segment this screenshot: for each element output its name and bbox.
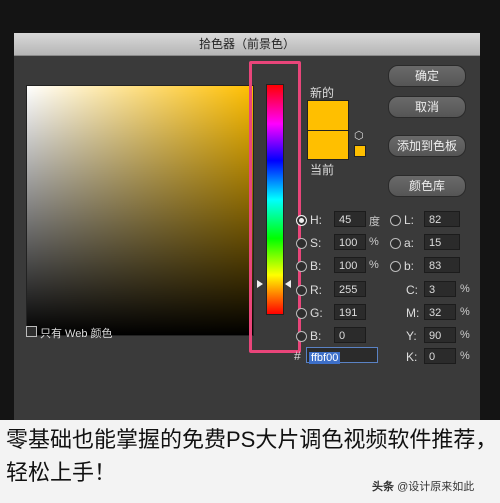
lab-b-input[interactable]: 83: [424, 257, 460, 273]
watermark-brand: 头条: [372, 481, 394, 493]
watermark: 头条 @设计原来如此: [372, 478, 474, 494]
hex-input[interactable]: ffbf00: [306, 347, 378, 364]
new-color-swatch: [307, 100, 349, 132]
yellow-input[interactable]: 90: [424, 327, 456, 343]
hex-label: #: [294, 349, 301, 363]
magenta-unit: %: [460, 306, 470, 318]
new-color-label: 新的: [310, 86, 335, 100]
saturation-input[interactable]: 100: [334, 234, 366, 250]
black-label: K:: [406, 350, 418, 364]
hue-label: H:: [310, 213, 322, 227]
saturation-label: S:: [310, 236, 322, 250]
black-unit: %: [460, 350, 470, 362]
brightness-unit: %: [369, 259, 379, 271]
green-radio[interactable]: [296, 308, 307, 319]
cyan-label: C:: [406, 283, 418, 297]
hex-value: ffbf00: [309, 352, 341, 364]
hue-radio[interactable]: [296, 215, 307, 226]
lab-b-radio[interactable]: [390, 261, 401, 272]
cyan-unit: %: [460, 283, 470, 295]
yellow-label: Y:: [406, 329, 417, 343]
lab-a-label: a:: [404, 236, 415, 250]
watermark-author: @设计原来如此: [397, 481, 475, 493]
dialog-title: 拾色器（前景色）: [14, 33, 480, 56]
green-input[interactable]: 191: [334, 304, 366, 320]
hue-slider-highlight: [249, 61, 301, 353]
hue-unit: 度: [369, 216, 380, 228]
black-input[interactable]: 0: [424, 348, 456, 364]
brightness-label: B:: [310, 259, 322, 273]
lab-a-radio[interactable]: [390, 238, 401, 249]
web-safe-cube-icon[interactable]: ⬡: [354, 129, 364, 142]
screenshot-area: 拾色器（前景色） 新的 当前 ⬡ 确定 取消 添加到色板 颜色库 H: 45 度…: [0, 0, 500, 420]
blue-radio[interactable]: [296, 331, 307, 342]
brightness-input[interactable]: 100: [334, 257, 366, 273]
color-picker-dialog: 拾色器（前景色） 新的 当前 ⬡ 确定 取消 添加到色板 颜色库 H: 45 度…: [14, 33, 480, 420]
saturation-radio[interactable]: [296, 238, 307, 249]
yellow-unit: %: [460, 329, 470, 341]
current-color-swatch[interactable]: [307, 130, 349, 160]
red-input[interactable]: 255: [334, 281, 366, 297]
red-label: R:: [310, 283, 322, 297]
add-to-swatches-button[interactable]: 添加到色板: [388, 135, 466, 157]
lab-b-label: b:: [404, 259, 415, 273]
red-radio[interactable]: [296, 285, 307, 296]
magenta-label: M:: [406, 306, 420, 320]
saturation-brightness-field[interactable]: [26, 85, 254, 336]
lab-l-label: L:: [404, 213, 415, 227]
lab-l-input[interactable]: 82: [424, 211, 460, 227]
color-libraries-button[interactable]: 颜色库: [388, 175, 466, 197]
web-only-label: 只有 Web 颜色: [40, 328, 113, 340]
web-safe-swatch[interactable]: [354, 145, 366, 157]
hue-input[interactable]: 45: [334, 211, 366, 227]
current-color-label: 当前: [310, 163, 335, 177]
saturation-unit: %: [369, 236, 379, 248]
web-only-checkbox[interactable]: [26, 326, 37, 337]
cancel-button[interactable]: 取消: [388, 96, 466, 118]
green-label: G:: [310, 306, 323, 320]
brightness-radio[interactable]: [296, 261, 307, 272]
ok-button[interactable]: 确定: [388, 65, 466, 87]
blue-label: B:: [310, 329, 322, 343]
lab-a-input[interactable]: 15: [424, 234, 460, 250]
cyan-input[interactable]: 3: [424, 281, 456, 297]
magenta-input[interactable]: 32: [424, 304, 456, 320]
blue-input[interactable]: 0: [334, 327, 366, 343]
lab-l-radio[interactable]: [390, 215, 401, 226]
